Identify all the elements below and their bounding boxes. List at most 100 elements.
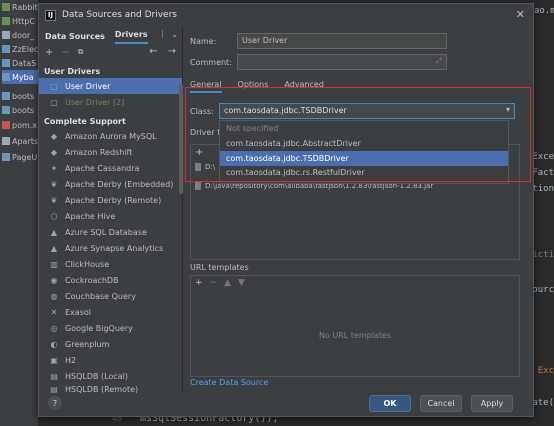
class-option-selected[interactable]: com.taosdata.jdbc.TSDBDriver: [220, 151, 508, 166]
project-item[interactable]: Aparts: [2, 134, 38, 148]
back-arrow-icon[interactable]: ←: [149, 46, 157, 57]
couchbase-icon: ◍: [50, 291, 58, 301]
driver-item[interactable]: ◆ Amazon Redshift: [39, 144, 182, 160]
class-option[interactable]: Not specified: [220, 121, 508, 136]
sidebar-toolbar: + − ⧉ ← →: [39, 44, 182, 60]
tab-general[interactable]: General: [190, 80, 222, 93]
driver-item[interactable]: ✶ Apache Cassandra: [39, 160, 182, 176]
name-field[interactable]: User Driver: [237, 33, 447, 49]
project-item[interactable]: ZzElec: [2, 42, 38, 56]
class-label: Class:: [190, 107, 214, 116]
help-button[interactable]: ?: [48, 396, 62, 410]
derby-icon: ❦: [50, 195, 58, 205]
clickhouse-icon: ▥: [50, 259, 58, 269]
project-item[interactable]: boots: [2, 103, 38, 117]
comment-field[interactable]: [237, 54, 447, 70]
tab-advanced[interactable]: Advanced: [284, 80, 324, 93]
expand-icon[interactable]: ⤢: [436, 57, 442, 66]
project-item[interactable]: boots: [2, 89, 38, 103]
file-icon: [2, 31, 10, 39]
maven-icon: [2, 121, 10, 129]
driver-item[interactable]: ▣ H2: [39, 352, 182, 368]
derby-icon: ❦: [50, 179, 58, 189]
driver-item[interactable]: ▥ ClickHouse: [39, 256, 182, 272]
project-item[interactable]: RabbitMQ: [2, 0, 38, 14]
project-item[interactable]: door_: [2, 28, 38, 42]
class-option[interactable]: com.taosdata.jdbc.AbstractDriver: [220, 136, 508, 151]
sidebar-tabs: Data Sources Drivers | ⌄: [39, 26, 182, 44]
class-icon: [2, 92, 10, 100]
add-icon[interactable]: +: [195, 278, 203, 288]
class-icon: [2, 45, 10, 53]
exasol-icon: ✕: [50, 307, 58, 317]
dropdown-arrow-icon: ▾: [505, 105, 510, 114]
class-option[interactable]: com.taosdata.jdbc.rs.RestfulDriver: [220, 166, 508, 178]
greenplum-icon: ◐: [50, 339, 58, 349]
driver-item[interactable]: ✕ Exasol: [39, 304, 182, 320]
driver-item[interactable]: ⬡ Apache Hive: [39, 208, 182, 224]
class-icon: [2, 153, 10, 161]
jar-icon: [195, 163, 201, 171]
file-row[interactable]: D:\: [195, 163, 215, 171]
driver-files-label: Driver f: [190, 128, 220, 137]
driver-item[interactable]: ◐ Greenplum: [39, 336, 182, 352]
settings-tabs: General Options Advanced: [190, 80, 324, 93]
azure-icon: ▲: [50, 243, 58, 253]
section-complete-support: Complete Support: [44, 116, 126, 126]
driver-item[interactable]: ▤ HSQLDB (Local): [39, 368, 182, 384]
driver-item[interactable]: ◎ Google BigQuery: [39, 320, 182, 336]
file-icon: [2, 137, 10, 145]
driver-item[interactable]: ◉ CockroachDB: [39, 272, 182, 288]
project-item[interactable]: HttpC: [2, 14, 38, 28]
hsqldb-icon: ▤: [50, 371, 58, 381]
driver-item[interactable]: ◆ Amazon Aurora MySQL: [39, 128, 182, 144]
close-icon[interactable]: ✕: [516, 8, 525, 21]
create-data-source-link[interactable]: Create Data Source: [190, 378, 268, 387]
section-user-drivers: User Drivers: [44, 66, 101, 76]
tab-data-sources[interactable]: Data Sources: [45, 32, 105, 44]
add-file-icon[interactable]: +: [195, 147, 203, 158]
driver-item[interactable]: ❦ Apache Derby (Embedded): [39, 176, 182, 192]
driver-item[interactable]: ▲ Azure SQL Database: [39, 224, 182, 240]
add-icon[interactable]: +: [45, 47, 53, 58]
ok-button[interactable]: OK: [369, 395, 411, 412]
move-down-icon[interactable]: ▼: [238, 278, 245, 288]
project-item[interactable]: pom.x: [2, 118, 38, 132]
duplicate-icon[interactable]: ⧉: [78, 47, 84, 57]
sidebar-scrollbar[interactable]: [179, 84, 183, 194]
class-icon: [2, 59, 10, 67]
driver-icon: ▢: [50, 81, 58, 91]
class-select[interactable]: com.taosdata.jdbc.TSDBDriver ▾: [219, 103, 515, 119]
driver-item[interactable]: ◍ Couchbase Query: [39, 288, 182, 304]
drivers-sidebar: Data Sources Drivers | ⌄ + − ⧉ ← → User …: [39, 26, 183, 394]
remove-icon[interactable]: −: [210, 278, 218, 288]
apply-button[interactable]: Apply: [471, 395, 513, 412]
data-sources-dialog: IJ Data Sources and Drivers ✕ Data Sourc…: [38, 3, 534, 417]
bigquery-icon: ◎: [50, 323, 58, 333]
forward-arrow-icon[interactable]: →: [168, 46, 176, 57]
dialog-footer: ? OK Cancel Apply: [39, 392, 533, 416]
tab-drivers[interactable]: Drivers: [114, 30, 148, 44]
driver-item[interactable]: ▲ Azure Synapse Analytics: [39, 240, 182, 256]
more-tabs-icon[interactable]: |: [161, 29, 164, 38]
ide-project-panel: RabbitMQ HttpC door_ ZzElec DataS Myba b…: [0, 0, 38, 426]
project-item[interactable]: Myba: [2, 70, 38, 84]
files-toolbar: +: [195, 147, 203, 158]
chevron-down-icon[interactable]: ⌄: [171, 30, 178, 39]
url-templates-label: URL templates: [190, 263, 249, 272]
tab-options[interactable]: Options: [238, 80, 269, 93]
folder-icon: [2, 3, 10, 11]
class-icon: [2, 106, 10, 114]
move-up-icon[interactable]: ▲: [224, 278, 231, 288]
h2-icon: ▣: [50, 355, 58, 365]
driver-item-user-driver[interactable]: ▢ User Driver: [39, 78, 182, 94]
class-dropdown-list: Not specified com.taosdata.jdbc.Abstract…: [219, 120, 509, 184]
remove-icon[interactable]: −: [61, 47, 69, 58]
driver-settings-panel: Name: User Driver Comment: ⤢ General Opt…: [184, 26, 534, 392]
cassandra-icon: ✶: [50, 163, 58, 173]
project-item[interactable]: DataS: [2, 56, 38, 70]
driver-item-user-driver-2[interactable]: ▢ User Driver [2]: [39, 94, 182, 110]
cancel-button[interactable]: Cancel: [420, 395, 462, 412]
driver-item[interactable]: ❦ Apache Derby (Remote): [39, 192, 182, 208]
project-item[interactable]: PageU: [2, 150, 38, 164]
